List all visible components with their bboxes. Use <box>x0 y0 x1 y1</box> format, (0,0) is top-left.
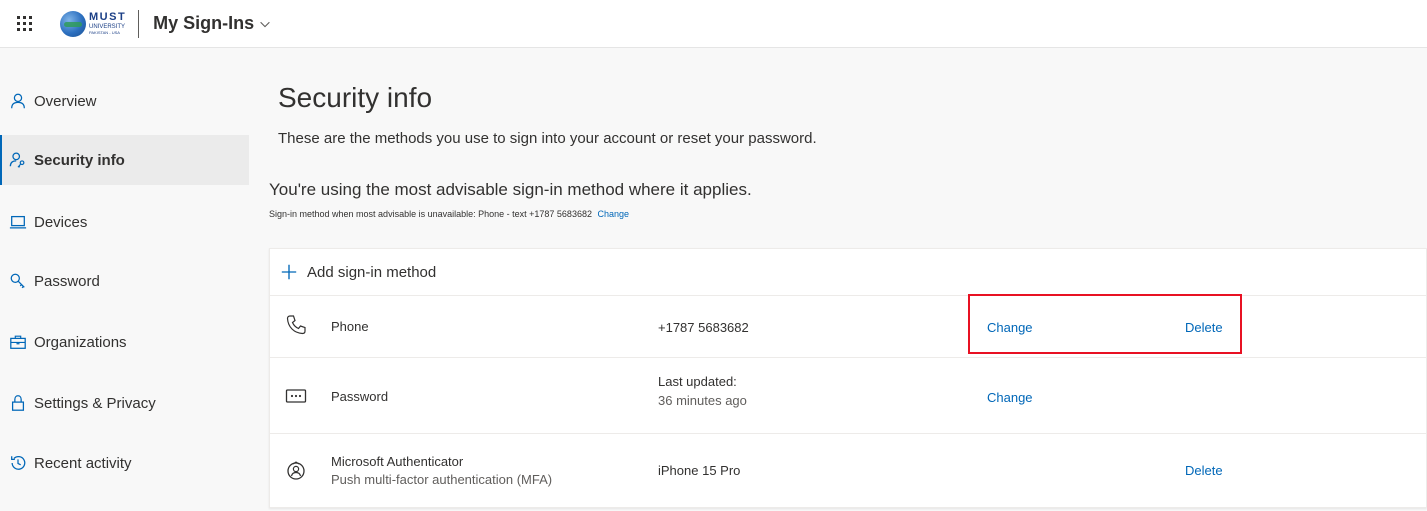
waffle-icon <box>16 16 32 31</box>
page-title: Security info <box>278 82 433 113</box>
authenticator-icon <box>284 459 308 483</box>
plus-icon <box>281 264 297 280</box>
default-method-text: Sign-in method when most advisable is un… <box>269 209 592 219</box>
last-updated-value: 36 minutes ago <box>658 392 747 408</box>
password-icon <box>284 384 308 408</box>
sidebar-item-password[interactable]: Password <box>0 256 249 306</box>
authenticator-info: Microsoft Authenticator Push multi-facto… <box>331 454 552 487</box>
organization-logo: MUST UNIVERSITY PAKISTAN - USA <box>60 0 126 48</box>
app-launcher-button[interactable] <box>0 0 48 48</box>
chevron-down-icon <box>260 21 270 27</box>
sidebar-item-label: Password <box>34 272 100 290</box>
app-title: My Sign-Ins <box>153 13 255 33</box>
logo-name: MUST <box>89 11 127 23</box>
method-name: Microsoft Authenticator <box>331 454 464 469</box>
sidebar-item-settings-privacy[interactable]: Settings & Privacy <box>0 378 249 428</box>
briefcase-icon <box>8 332 28 352</box>
password-last-updated: Last updated: 36 minutes ago <box>658 373 747 411</box>
sidebar-item-devices[interactable]: Devices <box>0 197 249 247</box>
last-updated-label: Last updated: <box>658 374 737 389</box>
history-icon <box>8 453 28 473</box>
sidebar-item-label: Devices <box>34 213 88 231</box>
method-row-password: Password Last updated: 36 minutes ago Ch… <box>270 358 1427 434</box>
sidebar-item-label: Recent activity <box>34 454 132 472</box>
method-detail: +1787 5683682 <box>658 320 749 335</box>
default-method-note: Sign-in method when most advisable is un… <box>269 209 629 219</box>
main-content: Security info These are the methods you … <box>249 48 1427 511</box>
sidebar-item-label: Settings & Privacy <box>34 394 156 412</box>
sidebar-item-overview[interactable]: Overview <box>0 76 249 126</box>
add-method-label: Add sign-in method <box>307 263 437 281</box>
top-bar: MUST UNIVERSITY PAKISTAN - USA My Sign-I… <box>0 0 1427 48</box>
add-sign-in-method-button[interactable]: Add sign-in method <box>270 249 1427 296</box>
method-row-authenticator: Microsoft Authenticator Push multi-facto… <box>270 434 1427 508</box>
delete-authenticator-link[interactable]: Delete <box>1185 463 1223 478</box>
method-detail: iPhone 15 Pro <box>658 463 741 478</box>
sidebar-nav: Overview Security info Devices Password … <box>0 48 249 511</box>
advisable-method-heading: You're using the most advisable sign-in … <box>269 180 752 199</box>
method-description: Push multi-factor authentication (MFA) <box>331 472 553 487</box>
page-description: These are the methods you use to sign in… <box>278 130 817 147</box>
method-row-phone: Phone +1787 5683682 Change Delete <box>270 296 1427 358</box>
sidebar-item-recent-activity[interactable]: Recent activity <box>0 438 249 488</box>
laptop-icon <box>8 212 28 232</box>
sidebar-item-organizations[interactable]: Organizations <box>0 317 249 367</box>
person-icon <box>8 91 28 111</box>
change-default-method-link[interactable]: Change <box>597 209 629 219</box>
change-phone-link[interactable]: Change <box>987 320 1033 335</box>
app-switcher[interactable]: My Sign-Ins <box>153 13 272 34</box>
method-name: Phone <box>331 319 369 334</box>
key-icon <box>8 271 28 291</box>
globe-logo-icon <box>60 10 86 37</box>
sidebar-item-label: Organizations <box>34 333 127 351</box>
sidebar-item-security-info[interactable]: Security info <box>0 135 249 185</box>
sign-in-methods-card: Add sign-in method Phone +1787 5683682 C… <box>269 248 1427 508</box>
lock-icon <box>8 393 28 413</box>
logo-tagline: PAKISTAN - USA <box>89 30 120 35</box>
delete-phone-link[interactable]: Delete <box>1185 320 1223 335</box>
security-person-icon <box>8 150 28 170</box>
change-password-link[interactable]: Change <box>987 390 1033 405</box>
sidebar-item-label: Overview <box>34 92 97 110</box>
method-name: Password <box>331 389 389 404</box>
sidebar-item-label: Security info <box>34 151 125 169</box>
phone-icon <box>284 313 308 337</box>
header-divider <box>138 9 140 38</box>
